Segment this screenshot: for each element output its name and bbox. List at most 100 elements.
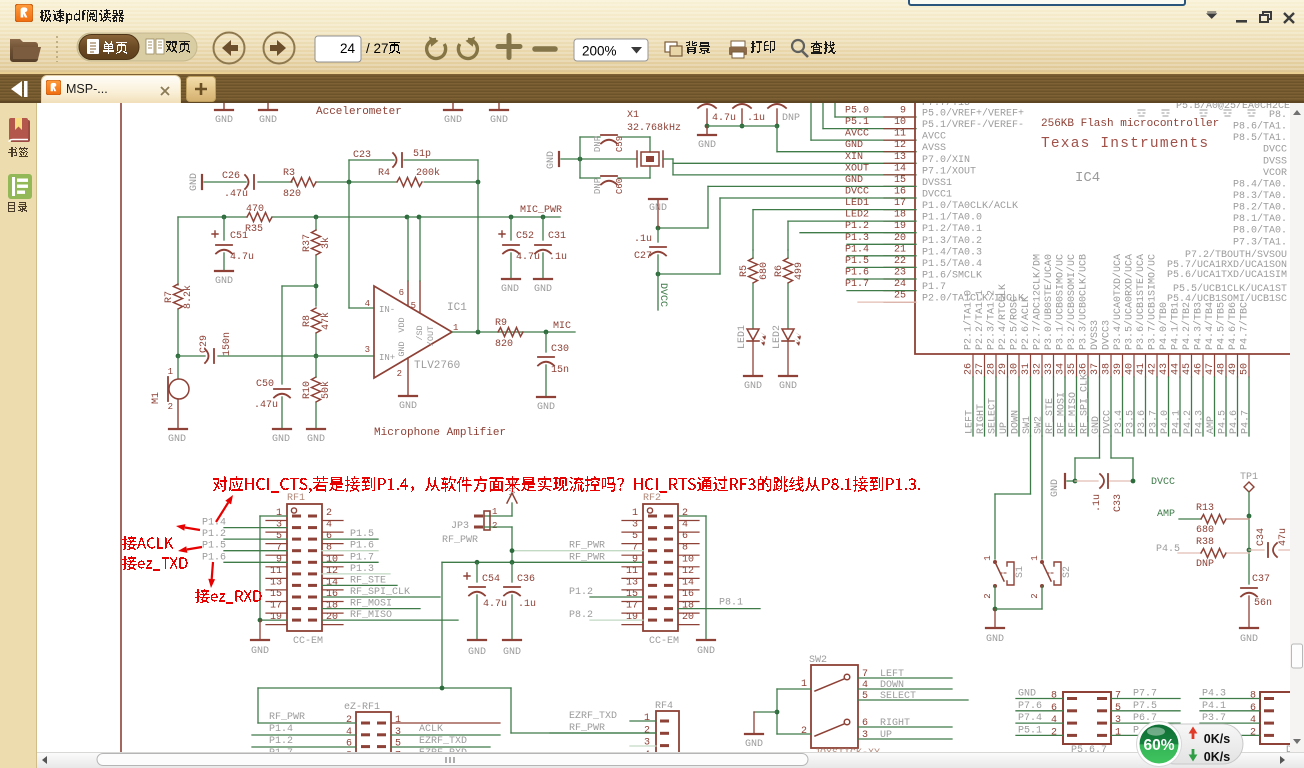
svg-text:P2.6/ACLK: P2.6/ACLK (1020, 296, 1032, 350)
svg-text:M1: M1 (151, 392, 162, 404)
svg-text:15: 15 (894, 175, 906, 186)
svg-text:P4.5: P4.5 (1156, 544, 1180, 555)
svg-text:P1.3/TA0.2: P1.3/TA0.2 (922, 235, 982, 247)
svg-text:GND: GND (468, 647, 486, 658)
svg-text:P3.5: P3.5 (1126, 410, 1137, 434)
svg-text:P4.7/TBC: P4.7/TBC (1239, 302, 1251, 350)
svg-text:17: 17 (626, 601, 638, 612)
svg-text:200k: 200k (416, 167, 440, 179)
svg-text:SW1: SW1 (1022, 416, 1033, 434)
svg-text:680: 680 (1196, 525, 1214, 536)
svg-text:34: 34 (1056, 363, 1067, 375)
svg-text:LED1: LED1 (845, 198, 869, 209)
svg-text:SELECT: SELECT (880, 691, 916, 702)
svg-text:50k: 50k (320, 381, 332, 399)
svg-text:R5: R5 (739, 265, 750, 277)
svg-text:7: 7 (632, 543, 638, 554)
svg-text:C37: C37 (1252, 574, 1270, 585)
svg-text:C27: C27 (634, 251, 652, 262)
svg-text:P4.7: P4.7 (1241, 410, 1252, 434)
svg-text:GND: GND (215, 115, 233, 126)
svg-text:2: 2 (801, 726, 807, 737)
svg-text:GND: GND (272, 434, 290, 445)
svg-text:DNP: DNP (593, 178, 603, 194)
svg-text:8: 8 (1051, 691, 1057, 702)
svg-text:GND: GND (698, 140, 716, 151)
svg-text:1: 1 (276, 508, 282, 519)
svg-text:44: 44 (1171, 363, 1182, 375)
svg-text:DVCC: DVCC (1151, 477, 1175, 488)
svg-text:28: 28 (987, 363, 998, 375)
svg-text:P4.5/TB5: P4.5/TB5 (1216, 302, 1228, 350)
svg-text:RF_MISO: RF_MISO (1068, 392, 1079, 434)
svg-text:14: 14 (894, 163, 906, 174)
svg-text:39: 39 (1113, 363, 1124, 375)
svg-text:1: 1 (492, 507, 497, 517)
svg-text:RF1: RF1 (287, 493, 305, 504)
svg-text:IN+: IN+ (379, 353, 395, 363)
svg-text:R8: R8 (302, 315, 313, 327)
svg-text:RF_PWR: RF_PWR (569, 723, 605, 734)
svg-text:CC-EM: CC-EM (293, 636, 323, 647)
svg-text:P8.2/TA0.: P8.2/TA0. (1233, 202, 1287, 214)
svg-text:GND: GND (1050, 479, 1061, 497)
svg-text:16: 16 (894, 187, 906, 198)
svg-text:P4.1: P4.1 (1172, 410, 1183, 434)
svg-text:P1.3: P1.3 (350, 564, 374, 575)
svg-text:DVSS3: DVSS3 (1090, 320, 1101, 350)
svg-text:3k: 3k (320, 237, 332, 249)
svg-text:P8.1/TA0.: P8.1/TA0. (1233, 213, 1287, 225)
svg-text:8.2k: 8.2k (182, 285, 194, 309)
svg-text:3: 3 (862, 730, 868, 741)
svg-text:820: 820 (495, 339, 513, 350)
svg-text:P8.3/TA0.: P8.3/TA0. (1233, 190, 1287, 202)
svg-text:C31: C31 (548, 231, 566, 242)
svg-text:/OUT: /OUT (426, 326, 436, 346)
svg-text:MIC: MIC (553, 321, 571, 332)
svg-text:P4.4/TB4: P4.4/TB4 (1204, 302, 1216, 350)
svg-text:P1.4: P1.4 (845, 244, 869, 255)
svg-text:47: 47 (1205, 363, 1216, 375)
svg-text:.1u: .1u (1092, 494, 1103, 512)
svg-text:RF_SPI_CLK: RF_SPI_CLK (1080, 374, 1091, 434)
svg-text:9: 9 (900, 106, 906, 117)
svg-text:P1.7: P1.7 (350, 552, 374, 563)
svg-text:25: 25 (894, 291, 906, 302)
svg-text:17: 17 (894, 198, 906, 209)
svg-text:P1.5/TA0.4: P1.5/TA0.4 (922, 258, 982, 270)
svg-text:.1u: .1u (634, 234, 652, 245)
svg-text:DVSS: DVSS (1263, 156, 1287, 167)
svg-text:R13: R13 (1196, 503, 1214, 514)
svg-text:4.7u: 4.7u (230, 252, 254, 263)
svg-text:3: 3 (395, 727, 401, 738)
svg-text:R7: R7 (164, 291, 175, 303)
svg-text:48: 48 (1217, 363, 1228, 375)
svg-text:6: 6 (346, 739, 352, 750)
svg-text:R3: R3 (283, 168, 295, 179)
svg-text:.1u: .1u (747, 113, 765, 124)
svg-text:VCOR: VCOR (1263, 168, 1287, 179)
svg-text:P8.2: P8.2 (569, 610, 593, 621)
svg-text:P3.0/UB0STE/UCA0: P3.0/UB0STE/UCA0 (1043, 254, 1055, 350)
svg-text:.1u: .1u (518, 599, 536, 610)
svg-text:4.7u: 4.7u (712, 113, 736, 124)
svg-text:EZRF_TXD: EZRF_TXD (569, 711, 617, 722)
svg-text:AVSS: AVSS (922, 143, 946, 154)
svg-text:1: 1 (644, 713, 650, 724)
svg-text:22: 22 (894, 256, 906, 267)
svg-text:C54: C54 (482, 574, 500, 585)
svg-text:P5.B/A0@25/EA0CH2CE: P5.B/A0@25/EA0CH2CE (1176, 103, 1290, 112)
svg-text:14: 14 (326, 577, 338, 588)
svg-text:LEFT: LEFT (880, 669, 904, 680)
svg-text:P2.2/TA1.1: P2.2/TA1.1 (974, 290, 986, 350)
svg-text:680: 680 (759, 262, 770, 280)
svg-text:13: 13 (894, 152, 906, 163)
svg-text:1: 1 (395, 715, 401, 726)
svg-text:5: 5 (632, 531, 638, 542)
svg-text:RF_MOSI: RF_MOSI (1057, 392, 1068, 434)
svg-text:GND: GND (537, 402, 555, 413)
svg-text:499: 499 (794, 262, 805, 280)
svg-text:6: 6 (1051, 703, 1057, 714)
svg-text:DVCC3: DVCC3 (1102, 320, 1113, 350)
svg-text:AMP: AMP (1157, 509, 1175, 520)
